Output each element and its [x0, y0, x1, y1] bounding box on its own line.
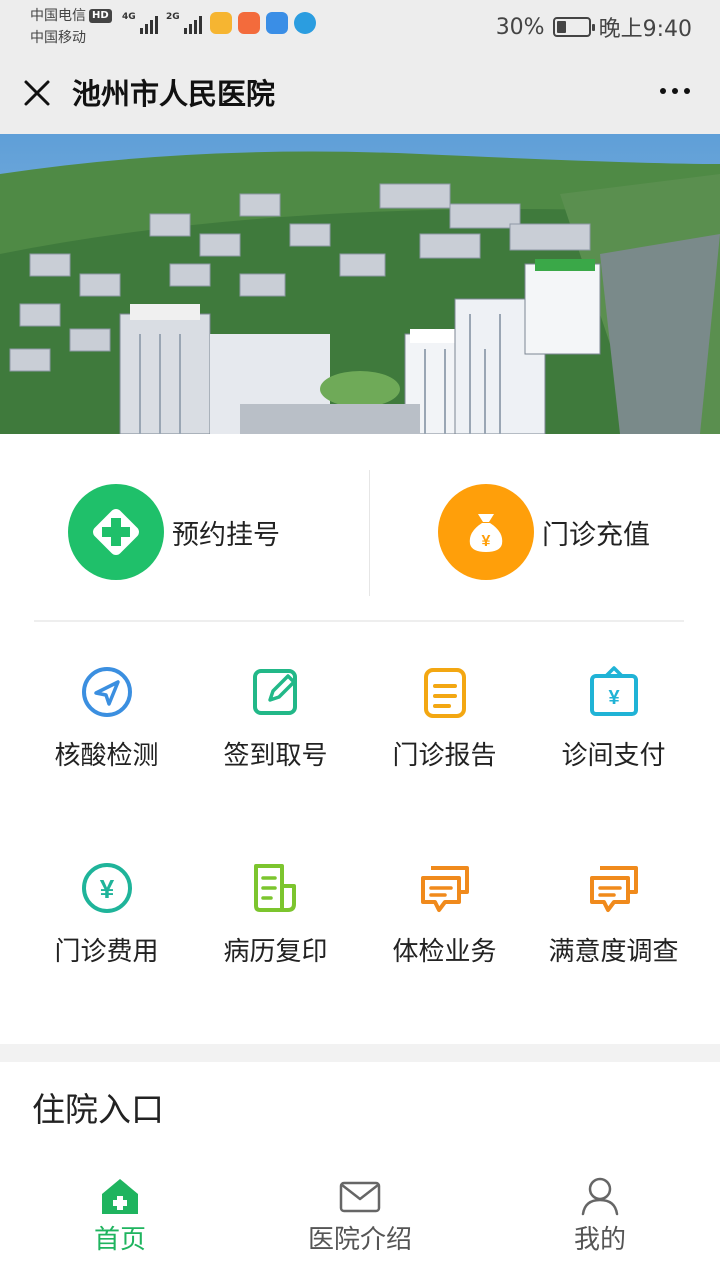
tab-label: 首页 [93, 1225, 146, 1255]
service-label: 核酸检测 [54, 741, 159, 771]
svg-text:¥: ¥ [99, 874, 114, 904]
section-divider [0, 1044, 720, 1062]
navigation-arrow-icon [81, 667, 132, 717]
app-notification-icon [210, 12, 232, 34]
money-bag-icon: ¥ [438, 484, 534, 580]
tab-label: 我的 [573, 1225, 626, 1255]
close-icon[interactable] [20, 76, 54, 110]
service-label: 门诊报告 [392, 741, 497, 771]
divider [34, 620, 684, 622]
nucleic-test-button[interactable]: 核酸检测 [22, 650, 191, 800]
check-in-button[interactable]: 签到取号 [191, 650, 360, 800]
report-list-icon [423, 668, 466, 718]
nav-bar: 池州市人民医院 [0, 54, 720, 134]
network-type-1: 4G [122, 12, 136, 22]
health-app-icon [238, 12, 260, 34]
signal-icon: 4G [122, 12, 158, 34]
service-label: 体检业务 [392, 937, 497, 967]
signal-icon: 2G [166, 12, 202, 34]
appointment-button[interactable]: 预约挂号 [68, 484, 280, 580]
yen-circle-icon: ¥ [81, 863, 132, 913]
chat-bubbles-icon [589, 866, 638, 912]
tab-mine[interactable]: 我的 [480, 1160, 720, 1280]
document-copy-icon [253, 864, 296, 912]
svg-text:¥: ¥ [608, 687, 620, 709]
clock: 晚上9:40 [598, 17, 692, 42]
physical-exam-button[interactable]: 体检业务 [360, 846, 529, 996]
divider [369, 470, 370, 596]
page-title: 池州市人民医院 [72, 77, 276, 111]
carrier-name-2: 中国移动 [30, 30, 86, 46]
mail-icon [339, 1181, 381, 1213]
svg-text:¥: ¥ [482, 533, 491, 550]
service-label: 病历复印 [223, 937, 328, 967]
carrier-info: 中国电信 HD 中国移动 [30, 5, 112, 49]
status-right: 30% 晚上9:40 [496, 11, 692, 43]
edit-note-icon [252, 669, 297, 715]
record-copy-button[interactable]: 病历复印 [191, 846, 360, 996]
more-dots-icon[interactable] [660, 88, 690, 94]
service-label: 满意度调查 [548, 937, 679, 967]
quick-actions: 预约挂号 ¥ 门诊充值 [0, 434, 720, 620]
battery-percent: 30% [495, 14, 545, 40]
tab-home[interactable]: 首页 [0, 1160, 240, 1280]
notification-icons [210, 12, 316, 34]
outpatient-fees-button[interactable]: ¥ 门诊费用 [22, 846, 191, 996]
recharge-label: 门诊充值 [542, 519, 650, 551]
hospital-banner-image [0, 134, 720, 434]
battery-fill [556, 21, 566, 33]
app-notification-icon [266, 12, 288, 34]
appointment-label: 预约挂号 [172, 519, 280, 551]
recharge-button[interactable]: ¥ 门诊充值 [438, 484, 650, 580]
satisfaction-survey-button[interactable]: 满意度调查 [529, 846, 698, 996]
battery-icon [552, 17, 595, 37]
medical-cross-icon [68, 484, 164, 580]
service-label: 门诊费用 [54, 937, 159, 967]
tab-hospital-intro[interactable]: 医院介绍 [240, 1160, 480, 1280]
user-icon [581, 1177, 619, 1216]
clinic-payment-button[interactable]: ¥ 诊间支付 [529, 650, 698, 800]
hd-badge: HD [89, 9, 112, 23]
network-type-2: 2G [166, 12, 180, 22]
tab-bar: 首页 医院介绍 我的 [0, 1160, 720, 1280]
carrier-name-1: 中国电信 [30, 8, 86, 24]
payment-sign-icon: ¥ [589, 666, 638, 716]
chat-bubbles-icon [420, 866, 469, 912]
browser-icon [294, 12, 316, 34]
outpatient-report-button[interactable]: 门诊报告 [360, 650, 529, 800]
inpatient-section-title[interactable]: 住院入口 [32, 1088, 164, 1132]
service-label: 签到取号 [223, 741, 328, 771]
status-bar: 中国电信 HD 中国移动 4G 2G 30% 晚上9:40 [0, 0, 720, 54]
service-label: 诊间支付 [561, 741, 666, 771]
home-icon [102, 1179, 138, 1214]
tab-label: 医院介绍 [307, 1225, 412, 1255]
